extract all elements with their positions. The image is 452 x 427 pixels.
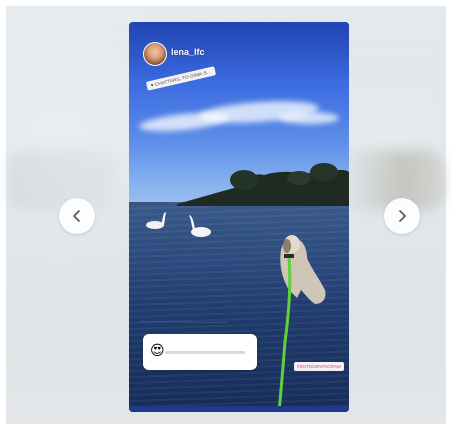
background-blur-left xyxy=(6,150,116,210)
emoji-slider-track[interactable] xyxy=(165,351,245,354)
previous-story-button[interactable] xyxy=(59,198,95,234)
username[interactable]: lena_lfc xyxy=(171,47,205,57)
story-bottom-edge xyxy=(129,406,349,412)
emoji-slider-sticker[interactable]: 😍 xyxy=(143,334,257,370)
avatar[interactable] xyxy=(143,42,167,66)
swan xyxy=(146,212,166,229)
next-story-button[interactable] xyxy=(384,198,420,234)
swan xyxy=(189,215,211,237)
hashtag-sticker[interactable]: #SOTOCENTAGRAM xyxy=(294,362,344,371)
chevron-right-icon xyxy=(399,210,406,222)
heart-eyes-emoji-icon[interactable]: 😍 xyxy=(150,343,165,359)
dog xyxy=(280,235,326,304)
story-viewer[interactable]: lena_lfc ♥ CHATTARS, TO-DIMA-S... 😍 #SOT… xyxy=(129,22,349,412)
chevron-left-icon xyxy=(73,210,80,222)
